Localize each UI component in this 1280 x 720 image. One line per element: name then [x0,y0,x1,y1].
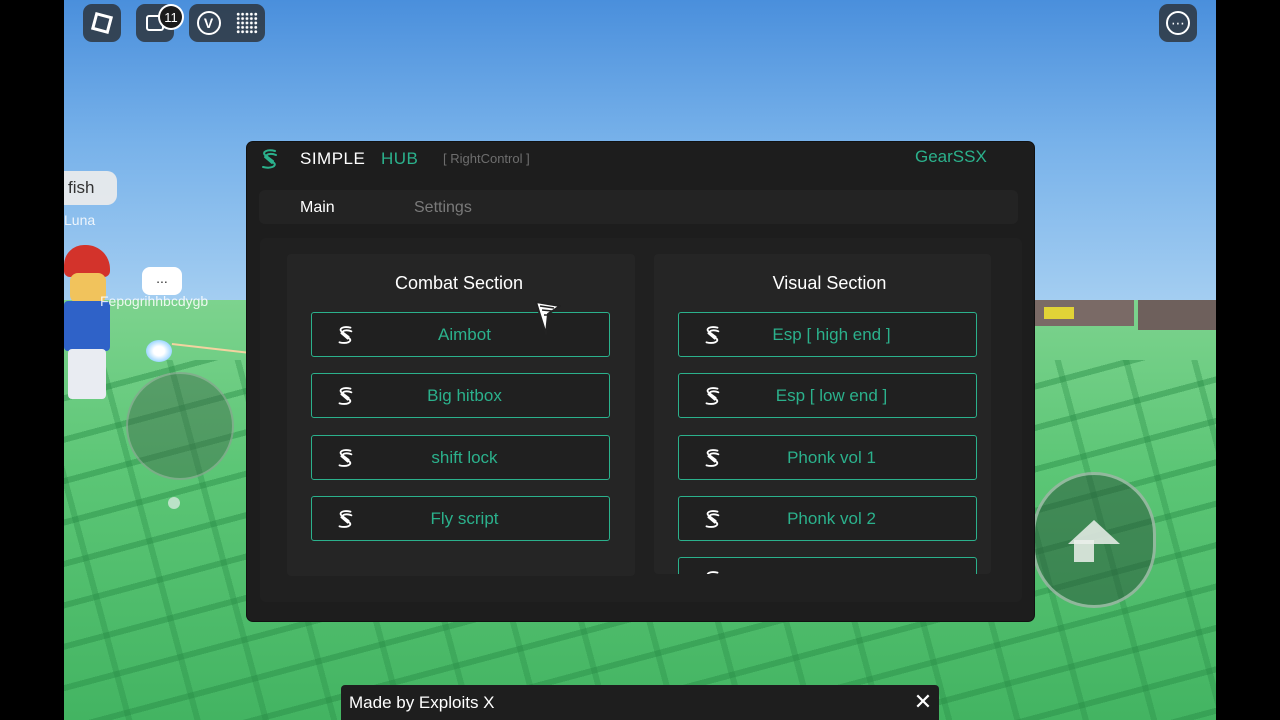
visual-section: Visual Section Esp [ high end ] Esp [ lo… [654,254,991,574]
visual-button-partial[interactable] [678,557,977,574]
movement-joystick[interactable] [126,372,234,480]
ellipsis-icon: ⋯ [1166,11,1190,35]
player-name-tag: Fepogrihhbcdygb [100,293,209,309]
roblox-logo-icon [90,11,114,35]
phonk-vol-2-button[interactable]: Phonk vol 2 [678,496,977,541]
button-label: Fly script [430,509,499,528]
toggle-keybind: [ RightControl ] [443,151,530,166]
notification-toast: Made by Exploits X ✕ [341,685,939,720]
distant-wall [1138,300,1216,330]
button-label: Esp [ high end ] [772,325,891,344]
hub-content-panel: Combat Section Aimbot Big hitbox shift l… [260,238,1022,602]
hub-title-accent: HUB [381,149,419,168]
button-label: Aimbot [438,325,491,344]
button-label: Phonk vol 1 [787,448,876,467]
avatar-legs [68,349,106,399]
s-logo-icon [706,571,719,574]
close-icon[interactable]: ✕ [911,690,935,714]
tab-main[interactable]: Main [300,199,335,217]
fly-script-button[interactable]: Fly script [311,496,610,541]
voice-chat-button[interactable]: V [189,4,265,42]
more-options-button[interactable]: ⋯ [1159,4,1197,42]
aimbot-button[interactable]: Aimbot [311,312,610,357]
section-title: Visual Section [772,273,887,293]
joystick-thumb[interactable] [168,497,180,509]
letterbox-right [1216,0,1280,720]
phonk-vol-1-button[interactable]: Phonk vol 1 [678,435,977,480]
simple-hub-window: SIMPLE HUB [ RightControl ] GearSSX Main… [247,142,1034,621]
button-label: Phonk vol 2 [787,509,876,528]
typing-indicator: ... [142,267,182,295]
voice-icon: V [196,11,221,35]
hub-tab-bar: Main Settings [259,190,1018,224]
roblox-menu-button[interactable] [83,4,121,42]
player-avatar [64,245,114,405]
mouse-cursor-icon [535,301,561,335]
esp-low-end-button[interactable]: Esp [ low end ] [678,373,977,418]
esp-high-end-button[interactable]: Esp [ high end ] [678,312,977,357]
s-logo-icon [262,149,277,169]
jump-arrow-stem [1074,540,1094,562]
big-hitbox-button[interactable]: Big hitbox [311,373,610,418]
button-label: shift lock [431,448,498,467]
hub-title: SIMPLE [300,149,366,168]
mic-level-icon [235,12,258,34]
hub-titlebar[interactable]: SIMPLE HUB [ RightControl ] GearSSX [247,142,1034,176]
notification-text: Made by Exploits X [349,693,495,712]
chat-bubble: fish [64,171,117,205]
section-title: Combat Section [394,273,524,293]
tool-glow [146,340,172,362]
hub-username: GearSSX [915,147,987,166]
button-label: Big hitbox [427,386,502,405]
button-label: Esp [ low end ] [775,386,888,405]
letterbox-left [0,0,64,720]
combat-section: Combat Section Aimbot Big hitbox shift l… [287,254,635,576]
shift-lock-button[interactable]: shift lock [311,435,610,480]
distant-sign [1044,307,1074,319]
chat-unread-badge: 11 [158,4,184,30]
tab-settings[interactable]: Settings [414,199,472,217]
nearby-player-name: Luna [64,212,96,228]
jump-button[interactable] [1032,472,1156,608]
